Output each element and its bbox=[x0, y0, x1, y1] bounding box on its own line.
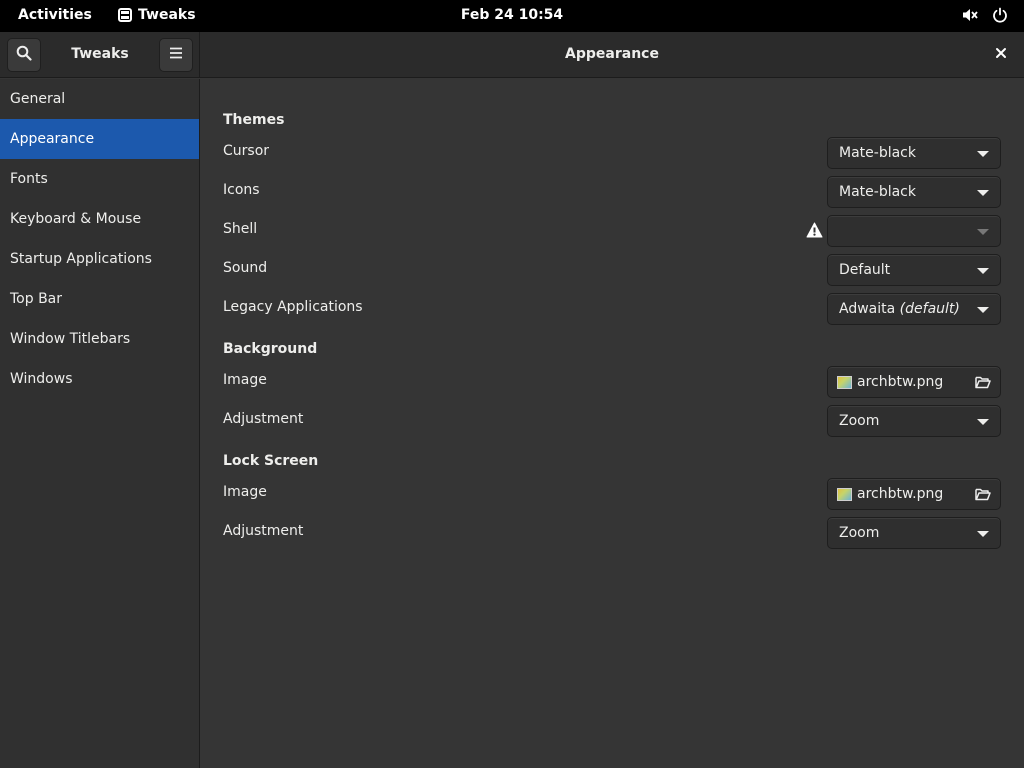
background-image-label: Image bbox=[223, 372, 267, 388]
main-menu-button[interactable] bbox=[159, 38, 193, 72]
sidebar-item-general[interactable]: General bbox=[0, 79, 199, 119]
top-bar: Activities Tweaks Feb 24 10:54 bbox=[0, 0, 1024, 32]
background-image-filename: archbtw.png bbox=[857, 374, 944, 390]
sidebar-item-keyboard-mouse[interactable]: Keyboard & Mouse bbox=[0, 199, 199, 239]
sidebar-item-startup-applications[interactable]: Startup Applications bbox=[0, 239, 199, 279]
legacy-applications-label: Legacy Applications bbox=[223, 299, 363, 315]
system-tray[interactable] bbox=[962, 7, 1008, 23]
chevron-down-icon bbox=[977, 151, 989, 157]
lock-screen-image-file-chooser[interactable]: archbtw.png bbox=[827, 478, 1001, 510]
sound-label: Sound bbox=[223, 260, 268, 276]
cursor-label: Cursor bbox=[223, 143, 270, 159]
close-icon bbox=[995, 47, 1007, 63]
sound-theme-dropdown[interactable]: Default bbox=[827, 254, 1001, 286]
sidebar-item-top-bar[interactable]: Top Bar bbox=[0, 279, 199, 319]
sidebar-item-appearance[interactable]: Appearance bbox=[0, 119, 199, 159]
page-title: Appearance bbox=[565, 46, 659, 62]
icons-theme-value: Mate-black bbox=[839, 184, 916, 200]
lock-screen-image-label: Image bbox=[223, 484, 267, 500]
lock-screen-adjustment-dropdown[interactable]: Zoom bbox=[827, 517, 1001, 549]
lock-screen-image-filename: archbtw.png bbox=[857, 486, 944, 502]
shell-theme-dropdown[interactable] bbox=[827, 215, 1001, 247]
chevron-down-icon bbox=[977, 419, 989, 425]
section-heading-background: Background bbox=[223, 341, 318, 357]
legacy-theme-default-tag: (default) bbox=[899, 301, 960, 317]
icons-theme-dropdown[interactable]: Mate-black bbox=[827, 176, 1001, 208]
app-title: Tweaks bbox=[71, 46, 129, 62]
icons-label: Icons bbox=[223, 182, 260, 198]
speaker-muted-icon[interactable] bbox=[962, 7, 978, 23]
background-adjustment-label: Adjustment bbox=[223, 411, 304, 427]
background-adjustment-dropdown[interactable]: Zoom bbox=[827, 405, 1001, 437]
section-heading-lock-screen: Lock Screen bbox=[223, 453, 319, 469]
lock-screen-adjustment-value: Zoom bbox=[839, 525, 880, 541]
legacy-theme-name: Adwaita bbox=[839, 301, 896, 317]
chevron-down-icon bbox=[977, 268, 989, 274]
power-icon[interactable] bbox=[992, 7, 1008, 23]
image-file-icon bbox=[837, 488, 852, 501]
cursor-theme-value: Mate-black bbox=[839, 145, 916, 161]
section-heading-themes: Themes bbox=[223, 112, 285, 128]
background-image-file-chooser[interactable]: archbtw.png bbox=[827, 366, 1001, 398]
chevron-down-icon bbox=[977, 229, 989, 235]
search-button[interactable] bbox=[7, 38, 41, 72]
sidebar: General Appearance Fonts Keyboard & Mous… bbox=[0, 79, 200, 768]
header-left: Tweaks bbox=[0, 32, 200, 78]
appearance-panel: Themes Cursor Mate-black Icons Mate-blac… bbox=[201, 79, 1024, 768]
chevron-down-icon bbox=[977, 531, 989, 537]
hamburger-menu-icon bbox=[168, 45, 184, 65]
folder-open-icon bbox=[975, 487, 991, 505]
sidebar-item-fonts[interactable]: Fonts bbox=[0, 159, 199, 199]
sidebar-item-windows[interactable]: Windows bbox=[0, 359, 199, 399]
warning-icon bbox=[806, 222, 823, 242]
folder-open-icon bbox=[975, 375, 991, 393]
legacy-applications-theme-value: Adwaita (default) bbox=[839, 301, 960, 317]
shell-label: Shell bbox=[223, 221, 258, 237]
cursor-theme-dropdown[interactable]: Mate-black bbox=[827, 137, 1001, 169]
chevron-down-icon bbox=[977, 190, 989, 196]
legacy-applications-theme-dropdown[interactable]: Adwaita (default) bbox=[827, 293, 1001, 325]
sound-theme-value: Default bbox=[839, 262, 891, 278]
background-adjustment-value: Zoom bbox=[839, 413, 880, 429]
lock-screen-adjustment-label: Adjustment bbox=[223, 523, 304, 539]
close-button[interactable] bbox=[990, 44, 1012, 66]
header-bar: Tweaks Appearance bbox=[0, 32, 1024, 78]
sidebar-item-window-titlebars[interactable]: Window Titlebars bbox=[0, 319, 199, 359]
tweaks-window: Tweaks Appearance General Appearance Fon… bbox=[0, 32, 1024, 768]
chevron-down-icon bbox=[977, 307, 989, 313]
clock[interactable]: Feb 24 10:54 bbox=[0, 7, 1024, 23]
search-icon bbox=[16, 45, 32, 65]
image-file-icon bbox=[837, 376, 852, 389]
